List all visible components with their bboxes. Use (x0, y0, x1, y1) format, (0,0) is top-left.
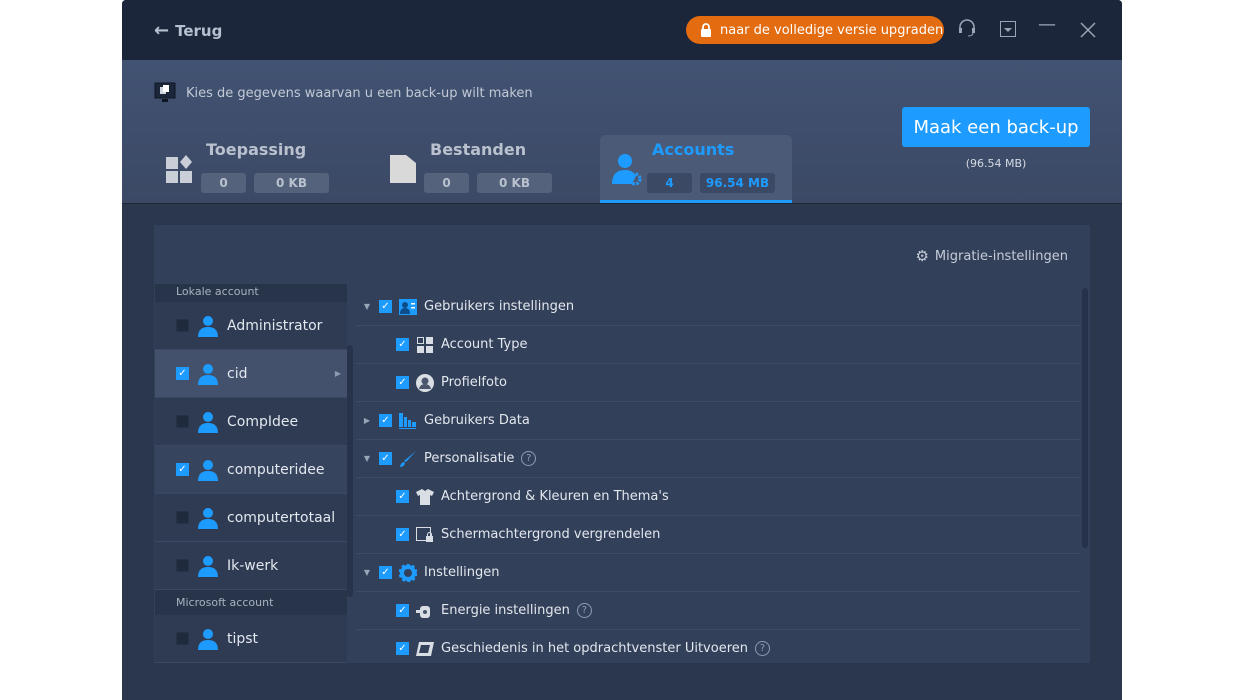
account-item[interactable]: computertotaal (155, 494, 347, 542)
tree-item[interactable]: ▼ ✓ Instellingen (356, 554, 1080, 592)
profile-photo-icon (416, 373, 434, 392)
power-icon (416, 602, 434, 620)
file-icon (390, 155, 416, 183)
help-icon[interactable]: ? (755, 641, 770, 656)
tree-item[interactable]: ▼ ✓ Gebruikers instellingen (356, 288, 1080, 326)
checkbox[interactable] (176, 319, 189, 332)
gear-icon: ⚙ (915, 247, 929, 265)
gear-icon (399, 563, 417, 582)
chevron-right-icon: ▶ (334, 369, 341, 378)
shirt-icon (416, 488, 434, 506)
account-item[interactable]: CompIdee (155, 398, 347, 446)
hint: Kies de gegevens waarvan u een back-up w… (154, 82, 533, 104)
backup-button[interactable]: Maak een back-up (902, 107, 1090, 147)
user-icon (198, 507, 218, 529)
checkbox[interactable]: ✓ (396, 338, 409, 351)
group-label: Microsoft account (155, 590, 347, 615)
checkbox[interactable]: ✓ (396, 604, 409, 617)
user-icon (198, 555, 218, 577)
user-card-icon (399, 298, 417, 316)
tree-item[interactable]: ✓ Schermachtergrond vergrendelen (356, 516, 1080, 554)
checkbox[interactable]: ✓ (396, 490, 409, 503)
upgrade-button[interactable]: naar de volledige versie upgraden (686, 16, 944, 44)
checkbox[interactable] (176, 415, 189, 428)
backup-size: (96.54 MB) (965, 157, 1027, 170)
tree-item[interactable]: ▼ ✓ Personalisatie? (356, 440, 1080, 478)
caret-down-icon[interactable]: ▼ (362, 302, 372, 311)
tree-item[interactable]: ✓ Energie instellingen? (356, 592, 1080, 630)
tree-item[interactable]: ✓ Account Type (356, 326, 1080, 364)
checkbox[interactable]: ✓ (379, 566, 392, 579)
help-icon[interactable]: ? (521, 451, 537, 466)
tab-bestanden[interactable]: Bestanden 0 0 KB (380, 135, 572, 203)
tree-scrollbar[interactable] (1082, 288, 1088, 548)
tab-toepassing[interactable]: Toepassing 0 0 KB (158, 135, 350, 203)
lock-icon (701, 23, 711, 37)
account-list: Lokale account Administrator ✓ cid ▶ CompIdee… (155, 284, 347, 663)
lock-screen-icon (416, 526, 434, 544)
checkbox[interactable]: ✓ (396, 528, 409, 541)
user-settings-icon (612, 154, 642, 186)
tab-accounts[interactable]: Accounts 4 96.54 MB (600, 135, 792, 203)
account-list-scrollbar[interactable] (347, 345, 353, 597)
apps-icon (166, 155, 192, 183)
checkbox[interactable] (176, 511, 189, 524)
tree-item[interactable]: ▶ ✓ Gebruikers Data (356, 402, 1080, 440)
user-icon (198, 628, 218, 650)
back-button[interactable]: ← Terug (154, 20, 222, 41)
caret-down-icon[interactable]: ▼ (362, 568, 372, 577)
checkbox[interactable]: ✓ (176, 367, 189, 380)
help-icon[interactable]: ? (576, 603, 592, 618)
account-item[interactable]: tipst (155, 615, 347, 663)
arrow-left-icon: ← (154, 20, 170, 41)
data-tree: ▼ ✓ Gebruikers instellingen ✓ Account Type ✓ P… (356, 288, 1080, 663)
tree-item[interactable]: ✓ Profielfoto (356, 364, 1080, 402)
caret-right-icon[interactable]: ▶ (362, 416, 372, 425)
tree-item[interactable]: ✓ Achtergrond & Kleuren en Thema's (356, 478, 1080, 516)
checkbox[interactable]: ✓ (176, 463, 189, 476)
account-item[interactable]: Administrator (155, 302, 347, 350)
user-icon (198, 411, 218, 433)
title-bar: ← Terug naar de volledige versie upgraden… (122, 0, 1122, 60)
caret-down-icon[interactable]: ▼ (362, 454, 372, 463)
accounts-panel: ⚙ Migratie-instellingen Lokale account Adm… (154, 225, 1090, 663)
checkbox[interactable]: ✓ (396, 642, 409, 655)
tree-item[interactable]: ✓ Geschiedenis in het opdrachtvenster Uit… (356, 630, 1080, 663)
bar-chart-icon (399, 412, 417, 430)
checkbox[interactable] (176, 632, 189, 645)
user-icon (198, 363, 218, 385)
app-window: ← Terug naar de volledige versie upgraden… (122, 0, 1122, 700)
checkbox[interactable] (176, 559, 189, 572)
account-item[interactable]: ✓ cid ▶ (155, 350, 347, 398)
checkbox[interactable]: ✓ (379, 300, 392, 313)
checkbox[interactable]: ✓ (379, 452, 392, 465)
grid-icon (416, 336, 434, 354)
checkbox[interactable]: ✓ (396, 376, 409, 389)
account-item[interactable]: ✓ computeridee (155, 446, 347, 494)
brush-icon (399, 450, 417, 468)
menu-dropdown-icon[interactable] (1000, 21, 1016, 37)
user-icon (198, 459, 218, 481)
run-window-icon (416, 640, 434, 658)
headset-icon[interactable] (958, 18, 976, 38)
monitor-icon (154, 82, 176, 102)
migration-settings-link[interactable]: ⚙ Migratie-instellingen (915, 247, 1068, 265)
close-icon[interactable] (1080, 22, 1096, 38)
checkbox[interactable]: ✓ (379, 414, 392, 427)
minimize-button[interactable]: — (1038, 14, 1056, 35)
user-icon (198, 315, 218, 337)
selection-header: Kies de gegevens waarvan u een back-up w… (122, 60, 1122, 204)
account-item[interactable]: Ik-werk (155, 542, 347, 590)
group-label: Lokale account (155, 284, 347, 302)
